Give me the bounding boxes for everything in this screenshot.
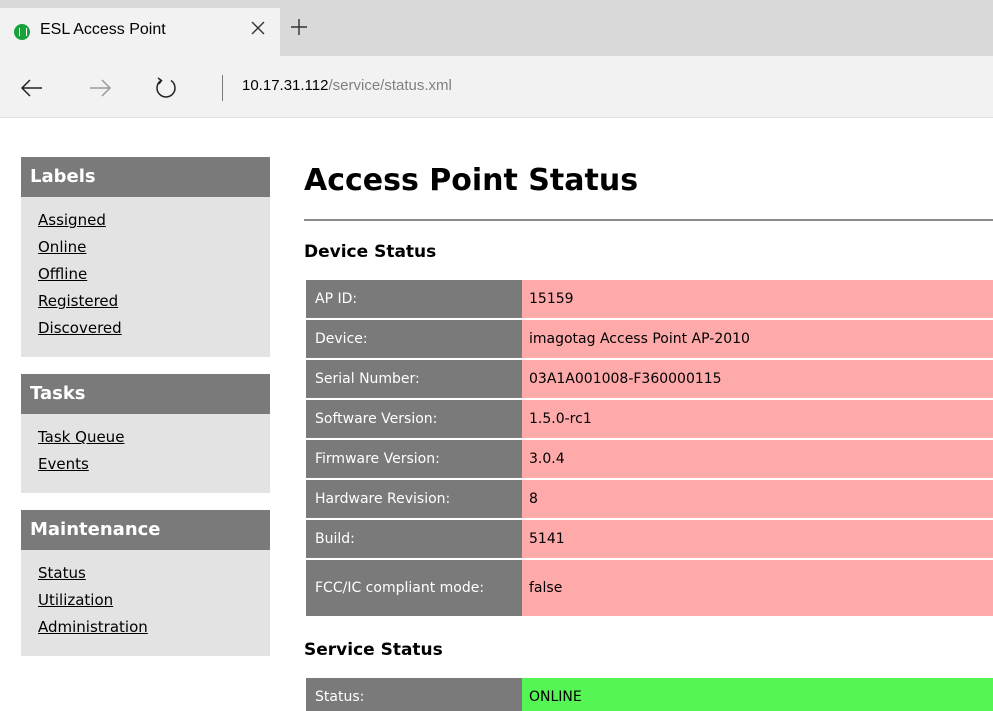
forward-arrow-icon[interactable] [86, 74, 114, 102]
sidebar-section-maintenance: Maintenance Status Utilization Administr… [21, 510, 270, 656]
sidebar-link-registered[interactable]: Registered [38, 288, 270, 315]
service-status-table: Status: ONLINE [306, 676, 993, 711]
site-favicon-icon [14, 24, 30, 40]
sidebar-link-task-queue[interactable]: Task Queue [38, 424, 270, 451]
refresh-icon[interactable] [152, 74, 180, 102]
row-value: false [522, 560, 993, 616]
sidebar-link-online[interactable]: Online [38, 234, 270, 261]
close-tab-icon[interactable] [247, 17, 269, 39]
row-value: 1.5.0-rc1 [522, 400, 993, 438]
sidebar-link-administration[interactable]: Administration [38, 614, 270, 641]
sidebar-section-title: Tasks [21, 374, 270, 414]
table-row: Firmware Version: 3.0.4 [306, 440, 993, 478]
device-status-heading: Device Status [304, 242, 437, 262]
sidebar-link-status[interactable]: Status [38, 560, 270, 587]
browser-nav-bar: 10.17.31.112/service/status.xml [0, 56, 993, 118]
new-tab-icon[interactable] [288, 16, 310, 38]
sidebar-link-assigned[interactable]: Assigned [38, 207, 270, 234]
row-value: 15159 [522, 280, 993, 318]
sidebar-section-title: Maintenance [21, 510, 270, 550]
row-value: ONLINE [522, 678, 993, 711]
table-row: Device: imagotag Access Point AP-2010 [306, 320, 993, 358]
sidebar-link-offline[interactable]: Offline [38, 261, 270, 288]
row-value: 03A1A001008-F360000115 [522, 360, 993, 398]
sidebar-link-discovered[interactable]: Discovered [38, 315, 270, 342]
title-divider [304, 219, 993, 221]
sidebar-section-labels: Labels Assigned Online Offline Registere… [21, 157, 270, 357]
table-row: Build: 5141 [306, 520, 993, 558]
table-row: AP ID: 15159 [306, 280, 993, 318]
sidebar-link-utilization[interactable]: Utilization [38, 587, 270, 614]
row-label: Build: [306, 520, 522, 558]
row-label: AP ID: [306, 280, 522, 318]
row-label: Software Version: [306, 400, 522, 438]
url-host: 10.17.31.112 [242, 77, 329, 94]
address-bar[interactable]: 10.17.31.112/service/status.xml [242, 77, 452, 94]
table-row: Serial Number: 03A1A001008-F360000115 [306, 360, 993, 398]
row-label: FCC/IC compliant mode: [306, 560, 522, 616]
sidebar-section-title: Labels [21, 157, 270, 197]
row-value: 5141 [522, 520, 993, 558]
device-status-table: AP ID: 15159 Device: imagotag Access Poi… [306, 278, 993, 618]
nav-separator [222, 75, 223, 101]
table-row: Status: ONLINE [306, 678, 993, 711]
row-label: Serial Number: [306, 360, 522, 398]
row-value: imagotag Access Point AP-2010 [522, 320, 993, 358]
row-label: Device: [306, 320, 522, 358]
row-value: 8 [522, 480, 993, 518]
row-label: Firmware Version: [306, 440, 522, 478]
row-label: Hardware Revision: [306, 480, 522, 518]
table-row: Hardware Revision: 8 [306, 480, 993, 518]
table-row: FCC/IC compliant mode: false [306, 560, 993, 616]
service-status-heading: Service Status [304, 640, 443, 660]
table-row: Software Version: 1.5.0-rc1 [306, 400, 993, 438]
page-title: Access Point Status [304, 163, 639, 198]
row-label: Status: [306, 678, 522, 711]
tab-title: ESL Access Point [40, 21, 166, 38]
browser-tab[interactable]: ESL Access Point [0, 8, 280, 56]
row-value: 3.0.4 [522, 440, 993, 478]
sidebar-link-events[interactable]: Events [38, 451, 270, 478]
sidebar-section-tasks: Tasks Task Queue Events [21, 374, 270, 493]
browser-tab-bar: ESL Access Point [0, 0, 993, 56]
url-path: /service/status.xml [328, 77, 452, 94]
back-arrow-icon[interactable] [18, 74, 46, 102]
